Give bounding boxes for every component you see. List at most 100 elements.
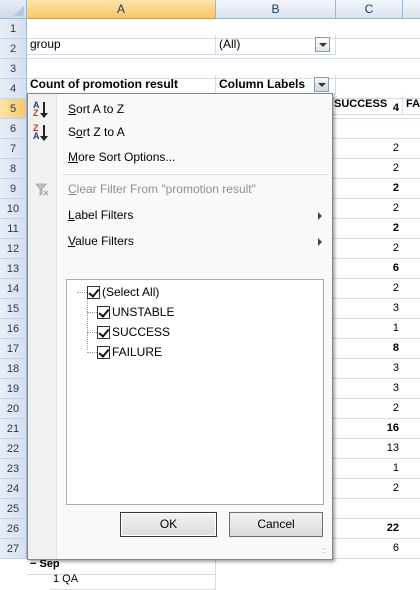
page-filter-dropdown-icon[interactable] bbox=[315, 37, 330, 52]
cell-c21[interactable]: 16 bbox=[337, 422, 399, 434]
row-header-26[interactable]: 26 bbox=[0, 519, 27, 539]
cell-a1[interactable]: group bbox=[27, 35, 216, 55]
filter-values-list[interactable]: (Select All) UNSTABLE SUCCESS FAILURE bbox=[66, 279, 324, 505]
cell-c17[interactable]: 8 bbox=[337, 342, 399, 354]
cell-c18[interactable]: 3 bbox=[337, 362, 399, 374]
row-header-10[interactable]: 10 bbox=[0, 199, 27, 219]
row-header-14[interactable]: 14 bbox=[0, 279, 27, 299]
column-header-d[interactable] bbox=[403, 0, 420, 19]
unstable-label: UNSTABLE bbox=[112, 305, 175, 319]
row-header-25[interactable]: 25 bbox=[0, 499, 27, 519]
row-header-9[interactable]: 9 bbox=[0, 179, 27, 199]
cell-c10[interactable]: 2 bbox=[337, 202, 399, 214]
cell-c14[interactable]: 2 bbox=[337, 282, 399, 294]
cell-c24[interactable]: 2 bbox=[337, 482, 399, 494]
cell-c5[interactable]: 4 bbox=[337, 102, 399, 114]
cell-c16[interactable]: 1 bbox=[337, 322, 399, 334]
clear-filter-item[interactable]: Clear Filter From "promotion result" bbox=[28, 178, 332, 201]
cell-c8[interactable]: 2 bbox=[337, 162, 399, 174]
tree-line bbox=[87, 352, 97, 353]
row-header-5[interactable]: 5 bbox=[0, 99, 27, 119]
more-sort-options-label: ore Sort Options... bbox=[78, 150, 176, 164]
sort-descending-icon: ZA bbox=[33, 124, 51, 141]
failure-checkbox[interactable] bbox=[97, 346, 110, 359]
grid-row-line bbox=[27, 58, 420, 59]
cell-c26[interactable]: 22 bbox=[337, 522, 399, 534]
value-filters-item[interactable]: Value Filters bbox=[28, 230, 332, 253]
cell-d4[interactable]: FA bbox=[403, 95, 420, 115]
cell-c12[interactable]: 2 bbox=[337, 242, 399, 254]
sort-z-to-a-item[interactable]: ZA Sort Z to A bbox=[28, 121, 332, 144]
tree-line bbox=[77, 292, 87, 293]
column-labels-dropdown-icon[interactable] bbox=[314, 77, 329, 92]
row-header-12[interactable]: 12 bbox=[0, 239, 27, 259]
cell-c13[interactable]: 6 bbox=[337, 262, 399, 274]
row-header-22[interactable]: 22 bbox=[0, 439, 27, 459]
row-header-24[interactable]: 24 bbox=[0, 479, 27, 499]
cell-c15[interactable]: 3 bbox=[337, 302, 399, 314]
submenu-arrow-icon bbox=[318, 212, 322, 220]
column-header-c[interactable]: C bbox=[336, 0, 403, 19]
cell-c23[interactable]: 1 bbox=[337, 462, 399, 474]
unstable-checkbox[interactable] bbox=[97, 306, 110, 319]
more-sort-accel: M bbox=[68, 150, 78, 164]
row-header-4[interactable]: 4 bbox=[0, 79, 27, 99]
ok-button[interactable]: OK bbox=[120, 512, 217, 537]
row-header-7[interactable]: 7 bbox=[0, 139, 27, 159]
clear-filter-icon bbox=[35, 183, 49, 196]
row-header-15[interactable]: 15 bbox=[0, 299, 27, 319]
sort-ascending-icon: AZ bbox=[33, 101, 51, 118]
row-header-16[interactable]: 16 bbox=[0, 319, 27, 339]
clear-filter-accel: C bbox=[68, 182, 77, 196]
success-label: SUCCESS bbox=[112, 325, 171, 339]
row-header-23[interactable]: 23 bbox=[0, 459, 27, 479]
row-header-2[interactable]: 2 bbox=[0, 39, 27, 59]
resize-grip-icon[interactable]: : : bbox=[322, 547, 330, 557]
row-header-6[interactable]: 6 bbox=[0, 119, 27, 139]
value-filters-label: alue Filters bbox=[75, 234, 134, 248]
select-all-checkbox[interactable] bbox=[87, 286, 100, 299]
tree-line bbox=[87, 297, 88, 350]
select-all-corner[interactable] bbox=[0, 0, 27, 19]
submenu-arrow-icon bbox=[318, 238, 322, 246]
cell-c22[interactable]: 13 bbox=[337, 442, 399, 454]
row-header-8[interactable]: 8 bbox=[0, 159, 27, 179]
cancel-button[interactable]: Cancel bbox=[229, 512, 323, 537]
label-filters-accel: L bbox=[68, 208, 75, 222]
sort-z-to-a-label: rt Z to A bbox=[82, 125, 125, 139]
clear-filter-label: lear Filter From "promotion result" bbox=[76, 182, 256, 196]
cell-c9[interactable]: 2 bbox=[337, 182, 399, 194]
row-header-3[interactable]: 3 bbox=[0, 59, 27, 79]
sort-a-to-z-accel: S bbox=[68, 102, 77, 116]
row-header-13[interactable]: 13 bbox=[0, 259, 27, 279]
row-header-27[interactable]: 27 bbox=[0, 539, 27, 559]
column-header-a[interactable]: A bbox=[27, 0, 216, 19]
cell-c27[interactable]: 6 bbox=[337, 542, 399, 554]
cell-c7[interactable]: 2 bbox=[337, 142, 399, 154]
select-all-label: (Select All) bbox=[102, 285, 160, 299]
sort-a-to-z-item[interactable]: AZ Sort A to Z bbox=[28, 98, 332, 121]
sort-z-to-a-label-pre: S bbox=[68, 125, 77, 139]
row-header-21[interactable]: 21 bbox=[0, 419, 27, 439]
sort-a-to-z-label: ort A to Z bbox=[76, 102, 125, 116]
cell-c11[interactable]: 2 bbox=[337, 222, 399, 234]
row-header-17[interactable]: 17 bbox=[0, 339, 27, 359]
filter-dropdown-menu: AZ Sort A to Z ZA Sort Z to A More Sort … bbox=[27, 93, 333, 560]
menu-separator bbox=[61, 174, 328, 175]
row-header-11[interactable]: 11 bbox=[0, 219, 27, 239]
failure-label: FAILURE bbox=[112, 345, 163, 359]
cell-a3[interactable]: Count of promotion result bbox=[27, 75, 216, 95]
success-checkbox[interactable] bbox=[97, 326, 110, 339]
row-header-18[interactable]: 18 bbox=[0, 359, 27, 379]
tree-line bbox=[87, 312, 97, 313]
more-sort-options-item[interactable]: More Sort Options... bbox=[28, 146, 332, 169]
column-header-b[interactable]: B bbox=[216, 0, 336, 19]
row-header-1[interactable]: 1 bbox=[0, 19, 27, 39]
cell-a27[interactable]: 1 QA bbox=[50, 570, 216, 590]
row-header-20[interactable]: 20 bbox=[0, 399, 27, 419]
cell-c19[interactable]: 3 bbox=[337, 382, 399, 394]
label-filters-item[interactable]: Label Filters bbox=[28, 204, 332, 227]
sort-z-to-a-accel: o bbox=[76, 125, 83, 139]
cell-c20[interactable]: 2 bbox=[337, 402, 399, 414]
row-header-19[interactable]: 19 bbox=[0, 379, 27, 399]
